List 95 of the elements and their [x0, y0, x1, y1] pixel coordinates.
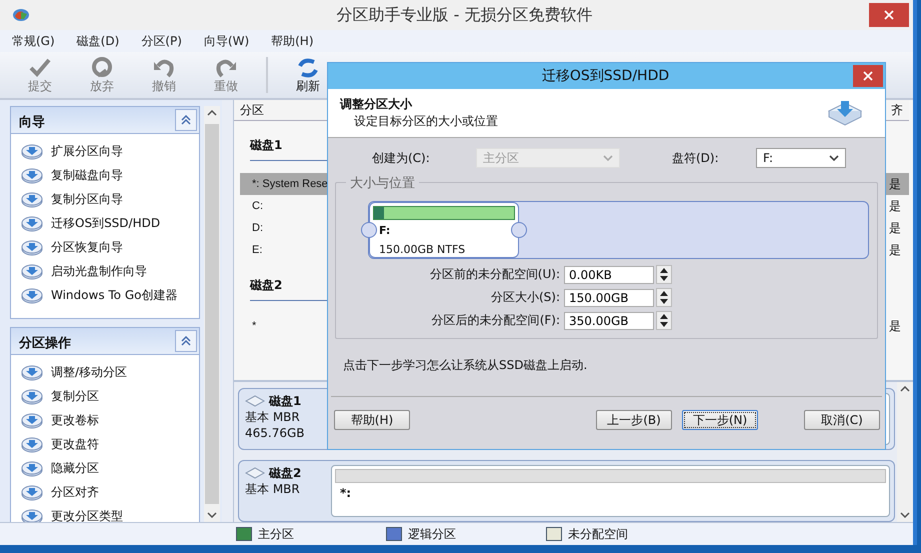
refresh-icon [296, 56, 320, 78]
double-chevron-icon [181, 115, 191, 125]
sidebar-item[interactable]: 更改卷标 [21, 411, 199, 429]
disk-type: 基本 MBR [245, 409, 301, 425]
sidebar-item[interactable]: 分区恢复向导 [21, 238, 199, 256]
sidebar-item[interactable]: 复制分区向导 [21, 190, 199, 208]
chevron-down-icon [603, 155, 613, 161]
disk-icon [21, 435, 43, 453]
dialog-heading: 调整分区大小 [340, 96, 414, 113]
collapse-button[interactable] [175, 330, 197, 352]
sidebar-item[interactable]: 分区对齐 [21, 483, 199, 501]
disk-icon [21, 142, 43, 160]
legend-label: 逻辑分区 [408, 526, 456, 542]
disk-title: 磁盘1 [269, 393, 302, 409]
hint-text: 点击下一步学习怎么让系统从SSD磁盘上启动. [342, 357, 588, 374]
sidebar-item[interactable]: 复制磁盘向导 [21, 166, 199, 184]
menu-item[interactable]: 帮助(H) [271, 32, 314, 50]
sidebar-item[interactable]: 启动光盘制作向导 [21, 262, 199, 280]
panel-title: 向导 [18, 114, 46, 132]
scrollbar[interactable] [204, 106, 220, 522]
field-label: 分区后的未分配空间(F): [430, 312, 560, 329]
sidebar-item[interactable]: Windows To Go创建器 [21, 286, 199, 304]
dialog-button[interactable]: 下一步(N) [682, 410, 758, 430]
legend-label: 主分区 [258, 526, 294, 542]
table-cell: 是 [889, 198, 901, 214]
column-header[interactable]: 分区 [240, 102, 264, 118]
down-arrow-icon [660, 276, 668, 281]
partition-block[interactable]: F: 150.00GB NTFS [369, 202, 519, 258]
up-arrow-icon [660, 291, 668, 296]
field-label: 盘符(D): [672, 150, 720, 166]
dialog-button[interactable]: 取消(C) [804, 410, 880, 430]
close-icon [884, 10, 894, 20]
menu-item[interactable]: 常规(G) [12, 32, 55, 50]
disk-type: 基本 MBR [245, 481, 301, 497]
disk-icon [21, 286, 43, 304]
disk-icon [21, 166, 43, 184]
table-cell: 是 [889, 176, 901, 192]
scrollbar[interactable] [897, 382, 913, 522]
number-input[interactable]: 0.00KB [564, 266, 654, 284]
partition-detail: 150.00GB NTFS [378, 242, 466, 256]
legend-label: 未分配空间 [568, 526, 628, 542]
sidebar-item[interactable]: 隐藏分区 [21, 459, 199, 477]
disk-icon [21, 190, 43, 208]
down-arrow-icon [660, 299, 668, 304]
dropdown[interactable]: F: [756, 148, 846, 168]
disk-icon [21, 459, 43, 477]
collapse-button[interactable] [175, 109, 197, 131]
partition-label: *: [339, 486, 352, 500]
group-title: 大小与位置 [346, 174, 419, 192]
disk-title: 磁盘2 [269, 465, 302, 481]
scrollbar-thumb[interactable] [205, 124, 219, 504]
dialog-title: 迁移OS到SSD/HDD [540, 67, 670, 85]
chevron-down-icon [829, 155, 839, 161]
app-logo-icon [12, 8, 30, 22]
spin-buttons[interactable] [656, 288, 672, 307]
menu-item[interactable]: 磁盘(D) [76, 32, 120, 50]
resize-handle[interactable] [361, 222, 377, 238]
down-arrow-icon [660, 322, 668, 327]
disk-icon [21, 238, 43, 256]
discard-icon [90, 56, 114, 78]
partition-letter: F: [378, 223, 392, 237]
field-label: 分区大小(S): [490, 289, 560, 306]
dialog-subheading: 设定目标分区的大小或位置 [353, 113, 498, 130]
partition-name: C: [252, 200, 263, 212]
close-button[interactable] [869, 3, 909, 27]
number-input[interactable]: 350.00GB [564, 312, 654, 330]
sidebar-item[interactable]: 复制分区 [21, 387, 199, 405]
disk-icon [21, 411, 43, 429]
sidebar-item[interactable]: 迁移OS到SSD/HDD [21, 214, 199, 232]
disk-icon [21, 262, 43, 280]
window-title: 分区助手专业版 - 无损分区免费软件 [336, 4, 594, 26]
dialog-button[interactable]: 上一步(B) [596, 410, 672, 430]
disk-size: 465.76GB [245, 425, 306, 441]
close-button[interactable] [853, 65, 883, 87]
disk-icon [21, 387, 43, 405]
menu-item[interactable]: 分区(P) [141, 32, 182, 50]
spin-buttons[interactable] [656, 311, 672, 330]
partition-name: *: System Rese [252, 178, 328, 190]
up-arrow-icon [660, 314, 668, 319]
sidebar-item[interactable]: 调整/移动分区 [21, 363, 199, 381]
sidebar-item[interactable]: 更改盘符 [21, 435, 199, 453]
sidebar-item[interactable]: 扩展分区向导 [21, 142, 199, 160]
disk-icon [21, 363, 43, 381]
spin-buttons[interactable] [656, 265, 672, 284]
toolbar-button[interactable]: 刷新 [282, 56, 334, 94]
dialog-button[interactable]: 帮助(H) [334, 410, 410, 430]
up-arrow-icon [660, 268, 668, 273]
disk-icon [21, 214, 43, 232]
menu-item[interactable]: 向导(W) [204, 32, 250, 50]
column-header[interactable]: 齐 [891, 102, 903, 118]
close-icon [863, 71, 873, 81]
disk-icon [21, 483, 43, 501]
panel-title: 分区操作 [18, 335, 72, 353]
number-input[interactable]: 150.00GB [564, 288, 654, 306]
double-chevron-icon [181, 336, 191, 346]
